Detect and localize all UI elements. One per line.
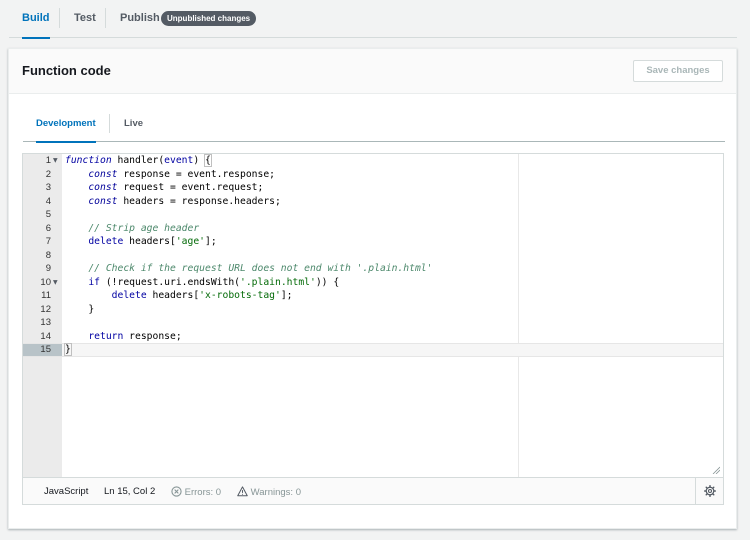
status-divider [695,478,696,504]
editor-tab-bar: Development Live [23,107,725,143]
code-line: 8 [23,249,723,263]
code-lines: 1 ▼ function handler(event) { 2 const re… [23,154,723,357]
fold-caret-icon[interactable]: ▼ [53,276,58,290]
code-line: 12 } [23,303,723,317]
line-number: 11 [41,290,51,301]
tab-development[interactable]: Development [36,107,96,143]
line-number: 3 [45,182,51,193]
code-line: 4 const headers = response.headers; [23,195,723,209]
line-number: 14 [40,330,51,342]
line-number: 15 [23,344,62,356]
tab-test[interactable]: Test [74,0,96,38]
tab-publish[interactable]: Publish [120,0,160,38]
code-text: } [65,303,95,315]
line-number: 12 [40,303,51,315]
line-number: 6 [45,222,51,234]
code-text: delete headers['age']; [88,236,217,247]
tab-live[interactable]: Live [124,107,143,142]
code-line: 9 // Check if the request URL does not e… [23,262,723,276]
function-code-panel: Function code Save changes Development L… [8,48,737,529]
line-number: 13 [40,317,51,328]
tab-build[interactable]: Build [22,0,50,39]
line-number: 2 [45,168,51,180]
code-line: 5 [23,208,723,222]
code-line: 14 return response; [23,330,723,344]
code-text: const headers = response.headers; [88,195,281,207]
code-editor[interactable]: 1 ▼ function handler(event) { 2 const re… [22,153,724,478]
code-text: if (!request.uri.endsWith('.plain.html')… [88,276,340,288]
line-number: 5 [45,209,51,220]
code-line: 7 delete headers['age']; [23,235,723,249]
code-line: 11 delete headers['x-robots-tag']; [23,289,723,303]
cursor-position: Ln 15, Col 2 [104,486,156,497]
code-line-active: 15 } [23,343,723,357]
code-line: 1 ▼ function handler(event) { [23,154,723,168]
code-text: delete headers['x-robots-tag']; [111,290,293,301]
code-line: 2 const response = event.response; [23,168,723,182]
panel-title: Function code [22,63,111,78]
resize-grip-icon[interactable] [712,466,720,474]
language-mode[interactable]: JavaScript [44,486,88,497]
line-number: 1 [45,155,51,166]
tab-divider [59,8,60,28]
warning-triangle-icon [237,486,248,497]
code-text: const response = event.response; [88,168,275,180]
warnings-label: Warnings: 0 [250,487,301,498]
save-changes-button[interactable]: Save changes [633,60,723,82]
unpublished-changes-badge: Unpublished changes [161,11,257,26]
code-text: // Strip age header [88,222,200,234]
line-number: 9 [45,263,51,274]
errors-label: Errors: 0 [184,487,222,498]
code-line: 3 const request = event.request; [23,181,723,195]
code-line: 13 [23,316,723,330]
x-circle-icon [171,486,182,497]
top-tab-bar: Build Test Publish Unpublished changes [9,0,737,39]
line-number: 4 [45,195,51,207]
warnings-indicator[interactable]: Warnings: 0 [237,486,301,498]
errors-indicator[interactable]: Errors: 0 [171,486,221,498]
code-text: // Check if the request URL does not end… [88,263,433,274]
tab-divider [105,8,106,28]
panel-header: Function code Save changes [9,49,736,94]
code-line: 10 ▼ if (!request.uri.endsWith('.plain.h… [23,276,723,290]
tab-divider [109,114,110,133]
fold-caret-icon[interactable]: ▼ [53,154,58,168]
editor-status-bar: JavaScript Ln 15, Col 2 Errors: 0 Warnin… [22,478,724,505]
code-text: const request = event.request; [88,182,264,193]
code-text: return response; [88,330,182,342]
code-text: } [64,343,72,356]
line-number: 10 [40,276,51,288]
line-number: 8 [45,249,51,261]
gear-icon[interactable] [704,485,716,497]
code-text: function handler(event) { [65,154,212,167]
line-number: 7 [45,236,51,247]
code-line: 6 // Strip age header [23,222,723,236]
